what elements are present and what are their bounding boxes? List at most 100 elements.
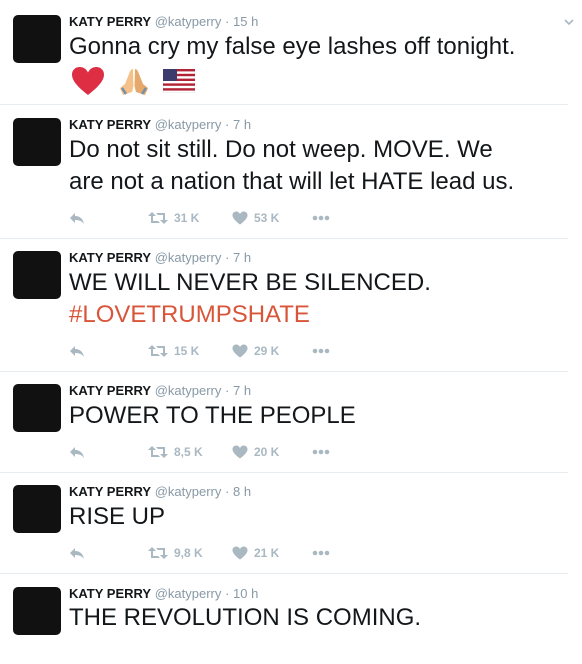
- heart-icon: [232, 344, 248, 358]
- timestamp[interactable]: 7 h: [233, 117, 251, 132]
- like-count: 20 K: [254, 445, 280, 459]
- timestamp[interactable]: 8 h: [233, 484, 251, 499]
- author-handle[interactable]: @katyperry: [155, 250, 222, 265]
- like-button[interactable]: 29 K: [232, 341, 279, 361]
- divider: [0, 371, 568, 372]
- us-flag-icon: [163, 69, 195, 93]
- like-button[interactable]: 20 K: [232, 442, 279, 462]
- retweet-icon: [148, 345, 168, 357]
- retweet-icon: [148, 446, 168, 458]
- retweet-button[interactable]: 15 K: [148, 341, 199, 361]
- timestamp[interactable]: 15 h: [233, 14, 258, 29]
- timestamp[interactable]: 7 h: [233, 383, 251, 398]
- author-name[interactable]: KATY PERRY: [69, 250, 151, 265]
- reply-icon: [70, 447, 84, 458]
- separator-dot: ·: [225, 484, 230, 499]
- timestamp[interactable]: 10 h: [233, 586, 258, 601]
- retweet-button[interactable]: 8,5 K: [148, 442, 203, 462]
- timestamp[interactable]: 7 h: [233, 250, 251, 265]
- retweet-button[interactable]: 31 K: [148, 208, 199, 228]
- divider: [0, 238, 568, 239]
- tweet-actions: 15 K 29 K: [69, 341, 429, 361]
- tweet-text: POWER TO THE PEOPLE: [69, 400, 569, 432]
- more-button[interactable]: [312, 341, 330, 361]
- retweet-count: 31 K: [174, 211, 200, 225]
- tweet-header: KATY PERRY @katyperry · 7 h: [69, 383, 251, 399]
- tweet-text-line: THE REVOLUTION IS COMING.: [69, 604, 422, 631]
- tweet-header: KATY PERRY @katyperry · 7 h: [69, 250, 251, 266]
- more-dots-icon: [312, 449, 330, 455]
- like-button[interactable]: 21 K: [232, 543, 279, 563]
- divider: [0, 104, 568, 105]
- heart-icon: [232, 445, 248, 459]
- reply-icon: [70, 346, 84, 357]
- heart-icon: [232, 546, 248, 560]
- tweet-header: KATY PERRY @katyperry · 10 h: [69, 586, 258, 602]
- retweet-button[interactable]: 9,8 K: [148, 543, 203, 563]
- author-name[interactable]: KATY PERRY: [69, 14, 151, 29]
- more-dots-icon: [312, 348, 330, 354]
- like-count: 29 K: [254, 344, 280, 358]
- author-handle[interactable]: @katyperry: [155, 383, 222, 398]
- retweet-count: 8,5 K: [174, 445, 203, 459]
- author-handle[interactable]: @katyperry: [155, 117, 222, 132]
- red-heart-icon: [72, 67, 104, 95]
- reply-button[interactable]: [69, 543, 85, 563]
- avatar[interactable]: [13, 485, 61, 533]
- tweet-actions: 9,8 K 21 K: [69, 543, 429, 563]
- tweet-actions: 8,5 K 20 K: [69, 442, 429, 462]
- tweet-text-line: WE WILL NEVER BE SILENCED.: [69, 269, 431, 296]
- retweet-count: 9,8 K: [174, 546, 203, 560]
- avatar[interactable]: [13, 587, 61, 635]
- tweet-text: RISE UP: [69, 501, 569, 533]
- like-button[interactable]: 53 K: [232, 208, 279, 228]
- avatar[interactable]: [13, 118, 61, 166]
- author-name[interactable]: KATY PERRY: [69, 484, 151, 499]
- tweet-text: Gonna cry my false eye lashes off tonigh…: [69, 31, 569, 63]
- tweet-text-line: Do not sit still. Do not weep. MOVE. We: [69, 136, 493, 163]
- more-button[interactable]: [312, 543, 330, 563]
- tweet-actions: 31 K 53 K: [69, 208, 429, 228]
- separator-dot: ·: [225, 586, 230, 601]
- more-dots-icon: [312, 215, 330, 221]
- separator-dot: ·: [225, 383, 230, 398]
- avatar[interactable]: [13, 15, 61, 63]
- author-name[interactable]: KATY PERRY: [69, 383, 151, 398]
- reply-icon: [70, 213, 84, 224]
- separator-dot: ·: [225, 117, 230, 132]
- like-count: 53 K: [254, 211, 280, 225]
- tweet-header: KATY PERRY @katyperry · 8 h: [69, 484, 251, 500]
- chevron-down-icon[interactable]: [563, 16, 575, 28]
- author-name[interactable]: KATY PERRY: [69, 586, 151, 601]
- retweet-icon: [148, 547, 168, 559]
- reply-button[interactable]: [69, 442, 85, 462]
- author-handle[interactable]: @katyperry: [155, 586, 222, 601]
- author-handle[interactable]: @katyperry: [155, 484, 222, 499]
- author-name[interactable]: KATY PERRY: [69, 117, 151, 132]
- avatar[interactable]: [13, 251, 61, 299]
- more-button[interactable]: [312, 442, 330, 462]
- reply-icon: [70, 548, 84, 559]
- tweet-text-line: POWER TO THE PEOPLE: [69, 402, 356, 429]
- tweet-text-line: RISE UP: [69, 503, 166, 530]
- reply-button[interactable]: [69, 341, 85, 361]
- hashtag-link[interactable]: #LOVETRUMPSHATE: [69, 299, 569, 331]
- tweet-text: THE REVOLUTION IS COMING.: [69, 602, 569, 634]
- divider: [0, 472, 568, 473]
- more-dots-icon: [312, 550, 330, 556]
- reply-button[interactable]: [69, 208, 85, 228]
- more-button[interactable]: [312, 208, 330, 228]
- retweet-count: 15 K: [174, 344, 200, 358]
- separator-dot: ·: [225, 250, 230, 265]
- separator-dot: ·: [225, 14, 230, 29]
- avatar[interactable]: [13, 384, 61, 432]
- like-count: 21 K: [254, 546, 280, 560]
- author-handle[interactable]: @katyperry: [155, 14, 222, 29]
- tweet-text: WE WILL NEVER BE SILENCED. #LOVETRUMPSHA…: [69, 267, 569, 331]
- emoji-row: [71, 66, 195, 96]
- heart-icon: [232, 211, 248, 225]
- tweet-header: KATY PERRY @katyperry · 15 h: [69, 14, 258, 30]
- tweet-text-line: Gonna cry my false eye lashes off tonigh…: [69, 33, 516, 60]
- tweet-header: KATY PERRY @katyperry · 7 h: [69, 117, 251, 133]
- tweet-text-line: are not a nation that will let HATE lead…: [69, 168, 515, 195]
